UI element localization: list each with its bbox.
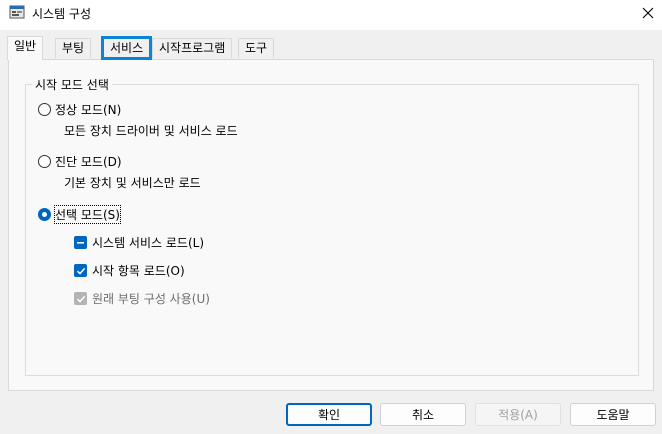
- load-system-services-checkbox[interactable]: 시스템 서비스 로드(L): [74, 234, 204, 251]
- checkbox-indeterminate-icon: [74, 236, 87, 249]
- ok-button[interactable]: 확인: [286, 403, 372, 426]
- checkbox-checked-disabled-icon: [74, 292, 87, 305]
- use-original-boot-config-checkbox: 원래 부팅 구성 사용(U): [74, 290, 210, 307]
- tab-tools[interactable]: 도구: [238, 38, 275, 58]
- startup-selection-group: 시작 모드 선택 정상 모드(N) 모든 장치 드라이버 및 서비스 로드 진단…: [25, 76, 639, 376]
- tab-boot[interactable]: 부팅: [55, 38, 92, 58]
- window-title: 시스템 구성: [32, 7, 92, 21]
- load-system-services-label: 시스템 서비스 로드(L): [92, 236, 204, 250]
- close-icon: [642, 7, 654, 19]
- normal-startup-description: 모든 장치 드라이버 및 서비스 로드: [64, 124, 238, 138]
- msconfig-icon: [9, 5, 25, 19]
- diagnostic-startup-radio[interactable]: 진단 모드(D): [38, 153, 122, 170]
- title-bar: 시스템 구성: [0, 0, 662, 30]
- tab-label: 서비스: [110, 41, 144, 55]
- apply-button: 적용(A): [475, 403, 561, 426]
- load-startup-items-checkbox[interactable]: 시작 항목 로드(O): [74, 262, 185, 279]
- radio-unchecked-icon: [38, 155, 51, 168]
- tab-label: 시작프로그램: [159, 41, 226, 55]
- diagnostic-startup-label: 진단 모드(D): [55, 155, 122, 169]
- close-button[interactable]: [634, 0, 662, 26]
- radio-checked-icon: [38, 208, 51, 221]
- diagnostic-startup-description: 기본 장치 및 서비스만 로드: [64, 176, 201, 190]
- selective-startup-label: 선택 모드(S): [54, 205, 121, 224]
- radio-unchecked-icon: [38, 103, 51, 116]
- tab-services[interactable]: 서비스: [100, 36, 153, 60]
- use-original-boot-config-label: 원래 부팅 구성 사용(U): [92, 292, 210, 306]
- load-startup-items-label: 시작 항목 로드(O): [92, 264, 185, 278]
- tab-strip: 일반 부팅 서비스 시작프로그램 도구: [0, 36, 662, 60]
- cancel-button[interactable]: 취소: [380, 403, 466, 426]
- selective-startup-radio[interactable]: 선택 모드(S): [38, 205, 121, 224]
- tab-label: 부팅: [62, 41, 85, 55]
- tab-startup[interactable]: 시작프로그램: [152, 38, 233, 58]
- group-title: 시작 모드 선택: [32, 76, 112, 93]
- general-tab-panel: 시작 모드 선택 정상 모드(N) 모든 장치 드라이버 및 서비스 로드 진단…: [8, 59, 654, 391]
- tab-general[interactable]: 일반: [7, 36, 44, 60]
- tab-label: 도구: [245, 41, 268, 55]
- normal-startup-label: 정상 모드(N): [55, 103, 122, 117]
- help-button[interactable]: 도움말: [570, 403, 656, 426]
- tab-label: 일반: [14, 39, 37, 53]
- checkbox-checked-icon: [74, 264, 87, 277]
- normal-startup-radio[interactable]: 정상 모드(N): [38, 101, 121, 118]
